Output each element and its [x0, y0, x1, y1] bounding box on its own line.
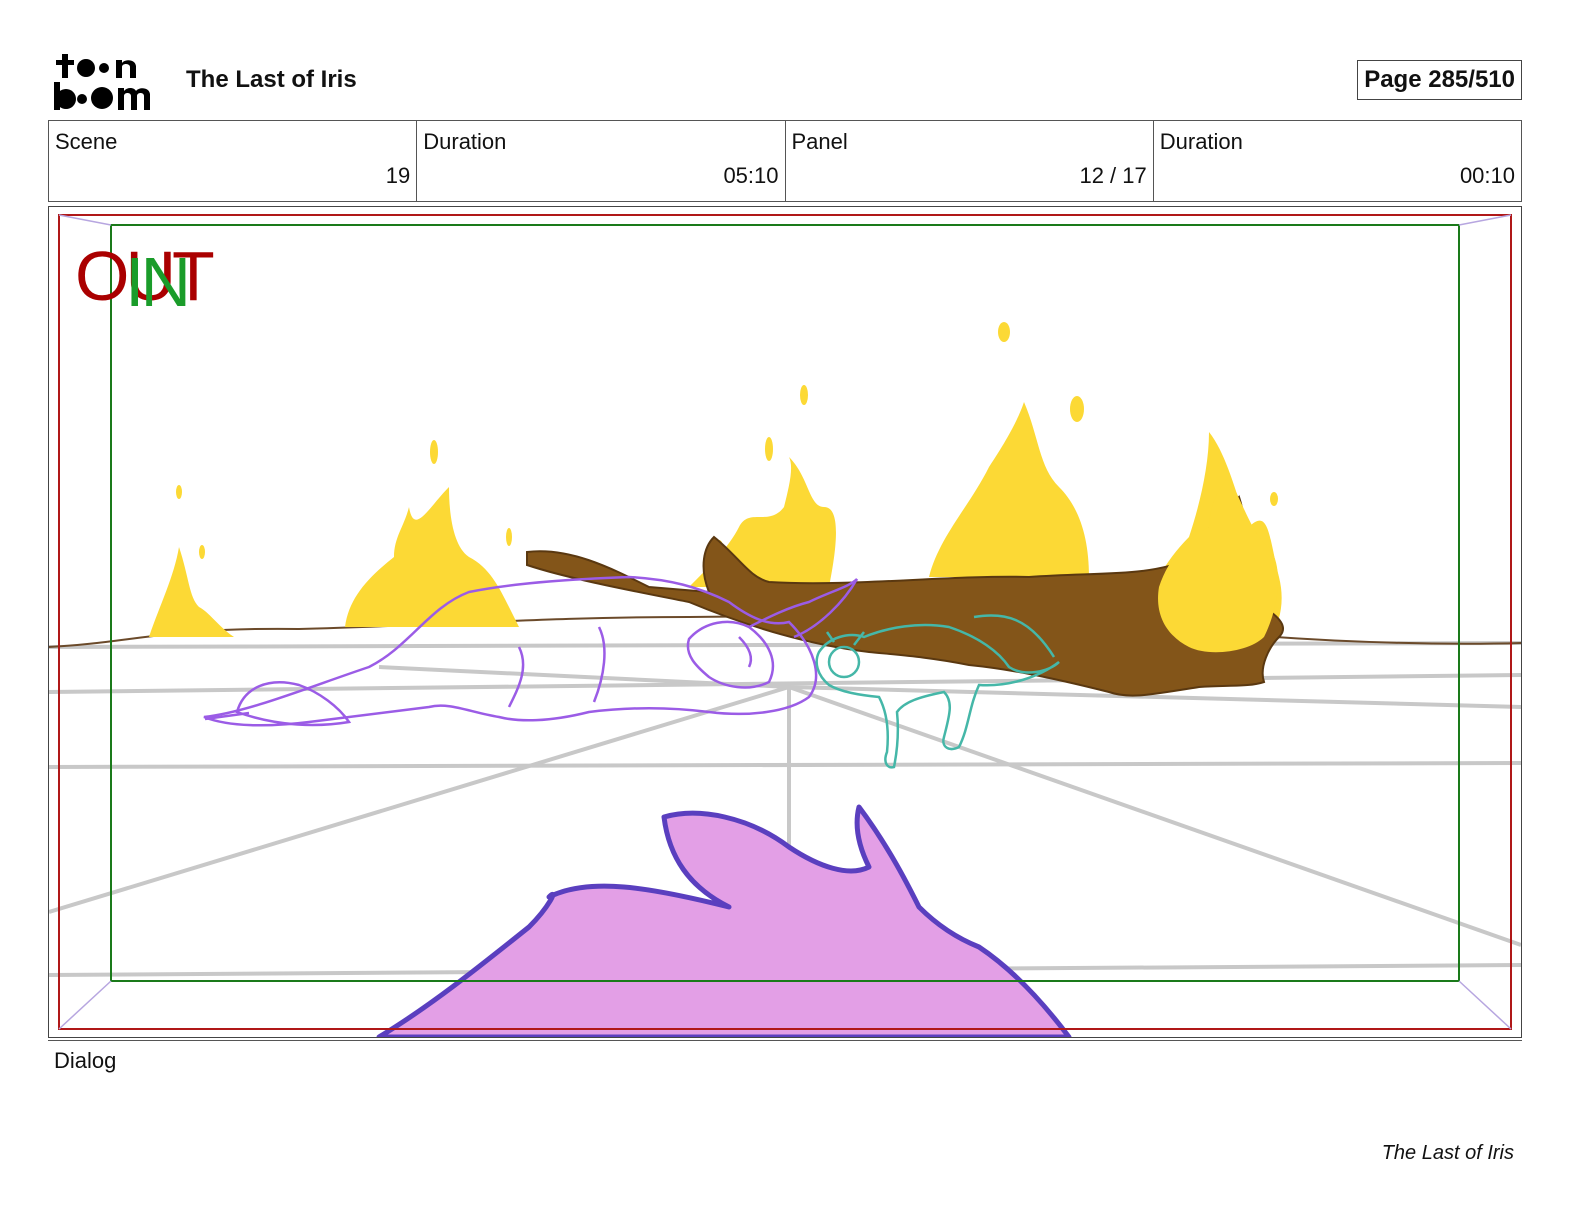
scene-label: Scene: [55, 129, 118, 154]
page-number: Page 285/510: [1357, 60, 1522, 100]
panel-value: 12 / 17: [1079, 163, 1147, 188]
in-marker: IN: [125, 243, 191, 321]
toon-boom-logo: [52, 52, 164, 112]
dialog-divider: [48, 1040, 1522, 1041]
log-flame-overlay: [1158, 477, 1279, 653]
info-bar: Scene 19 Duration 05:10 Panel 12 / 17 Du…: [48, 120, 1522, 202]
scene-cell: Scene 19: [49, 121, 418, 201]
scene-duration-label: Duration: [423, 129, 507, 154]
scene-duration-cell: Duration 05:10: [417, 121, 786, 201]
dialog-label: Dialog: [54, 1048, 117, 1073]
panel-label: Panel: [791, 129, 848, 154]
footer-project-title: The Last of Iris: [1381, 1142, 1514, 1164]
panel-duration-value: 00:10: [1459, 163, 1515, 188]
panel-cell: Panel 12 / 17: [786, 121, 1154, 201]
storyboard-panel: OUT IN: [48, 206, 1522, 1038]
foreground-pink-mane: [376, 804, 1072, 1037]
panel-duration-cell: Duration 00:10: [1154, 121, 1521, 201]
scene-value: 19: [385, 163, 411, 188]
panel-duration-label: Duration: [1159, 129, 1243, 154]
scene-duration-value: 05:10: [723, 163, 779, 188]
storyboard-drawing: [49, 214, 1521, 1037]
project-title: The Last of Iris: [186, 66, 357, 93]
